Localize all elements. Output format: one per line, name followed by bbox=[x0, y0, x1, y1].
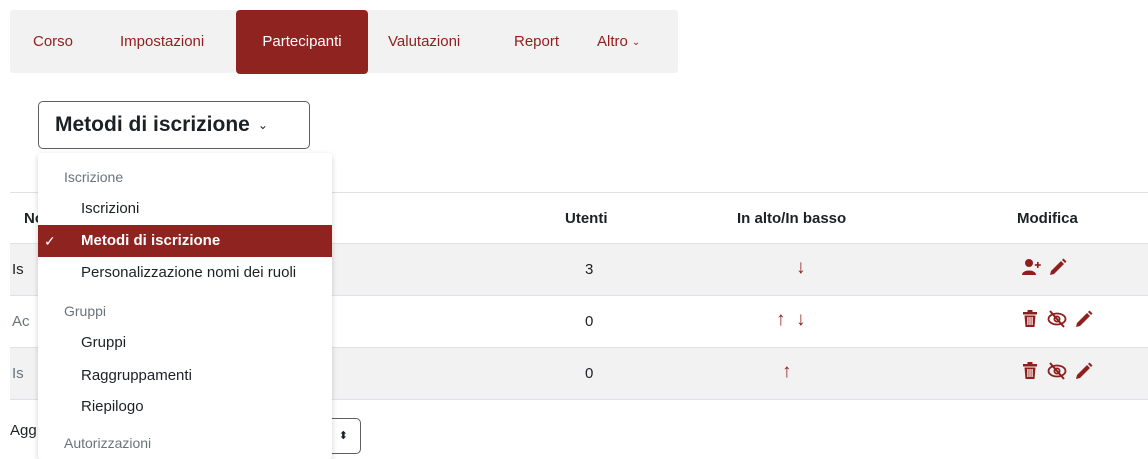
dropdown-group-autorizzazioni: Autorizzazioni bbox=[64, 435, 152, 451]
tab-corso[interactable]: Corso bbox=[33, 10, 73, 73]
move-up-arrow-icon[interactable]: ↑ bbox=[776, 309, 786, 331]
move-down-arrow-icon[interactable]: ↓ bbox=[796, 257, 806, 279]
dropdown-item-label: Riepilogo bbox=[81, 398, 144, 415]
chevron-down-icon: ⌄ bbox=[257, 118, 268, 132]
pencil-icon[interactable] bbox=[1074, 361, 1094, 381]
dropdown-group-iscrizione: Iscrizione bbox=[64, 169, 124, 185]
tab-partecipanti[interactable]: Partecipanti bbox=[236, 10, 368, 74]
dropdown-item-label: Raggruppamenti bbox=[81, 367, 192, 384]
dropdown-item-gruppi[interactable]: Gruppi bbox=[38, 327, 332, 359]
dropdown-item-iscrizioni[interactable]: Iscrizioni bbox=[38, 193, 332, 225]
dropdown-item-riepilogo[interactable]: Riepilogo bbox=[38, 391, 332, 423]
row-users: 0 bbox=[585, 313, 594, 330]
row-name[interactable]: Ac bbox=[12, 313, 30, 330]
eye-slash-icon[interactable] bbox=[1047, 361, 1067, 381]
header-edit: Modifica bbox=[1017, 210, 1078, 227]
trash-icon[interactable] bbox=[1020, 309, 1040, 329]
add-method-label: Agg bbox=[10, 422, 37, 439]
tab-valutazioni[interactable]: Valutazioni bbox=[388, 10, 460, 73]
select-arrows-icon: ⬍ bbox=[338, 430, 348, 442]
dropdown-item-label: Metodi di iscrizione bbox=[81, 232, 221, 249]
eye-slash-icon[interactable] bbox=[1047, 309, 1067, 329]
pencil-icon[interactable] bbox=[1074, 309, 1094, 329]
dropdown-item-label: Iscrizioni bbox=[81, 200, 140, 217]
dropdown-group-gruppi: Gruppi bbox=[64, 303, 107, 319]
enrolment-dropdown-menu: Iscrizione Iscrizioni ✓ Metodi di iscrizi… bbox=[38, 153, 332, 459]
dropdown-item-label: Gruppi bbox=[81, 334, 127, 351]
enrolment-page-select[interactable]: Metodi di iscrizione ⌄ bbox=[38, 101, 310, 149]
add-user-icon[interactable] bbox=[1022, 257, 1042, 277]
check-icon: ✓ bbox=[44, 233, 56, 249]
row-users: 3 bbox=[585, 261, 594, 278]
tab-altro[interactable]: Altro ⌄ bbox=[597, 10, 640, 73]
dropdown-item-raggruppamenti[interactable]: Raggruppamenti bbox=[38, 360, 332, 392]
dropdown-item-personalizzazione[interactable]: Personalizzazione nomi dei ruoli bbox=[38, 257, 332, 289]
chevron-down-icon: ⌄ bbox=[631, 37, 641, 48]
move-down-arrow-icon[interactable]: ↓ bbox=[796, 309, 806, 331]
dropdown-item-label: Personalizzazione nomi dei ruoli bbox=[81, 264, 297, 281]
row-users: 0 bbox=[585, 365, 594, 382]
header-updown: In alto/In basso bbox=[737, 210, 847, 227]
trash-icon[interactable] bbox=[1020, 361, 1040, 381]
tab-report[interactable]: Report bbox=[514, 10, 559, 73]
move-up-arrow-icon[interactable]: ↑ bbox=[782, 361, 792, 383]
select-label: Metodi di iscrizione bbox=[55, 113, 250, 136]
dropdown-item-metodi-di-iscrizione[interactable]: ✓ Metodi di iscrizione bbox=[38, 225, 332, 257]
row-name[interactable]: Is bbox=[12, 261, 24, 278]
row-name[interactable]: Is bbox=[12, 365, 24, 382]
tab-impostazioni[interactable]: Impostazioni bbox=[120, 10, 204, 73]
pencil-icon[interactable] bbox=[1048, 257, 1068, 277]
header-users: Utenti bbox=[565, 210, 608, 227]
course-nav-tabs: Corso Impostazioni Partecipanti Valutazi… bbox=[10, 10, 678, 74]
tab-altro-label: Altro bbox=[597, 33, 628, 50]
